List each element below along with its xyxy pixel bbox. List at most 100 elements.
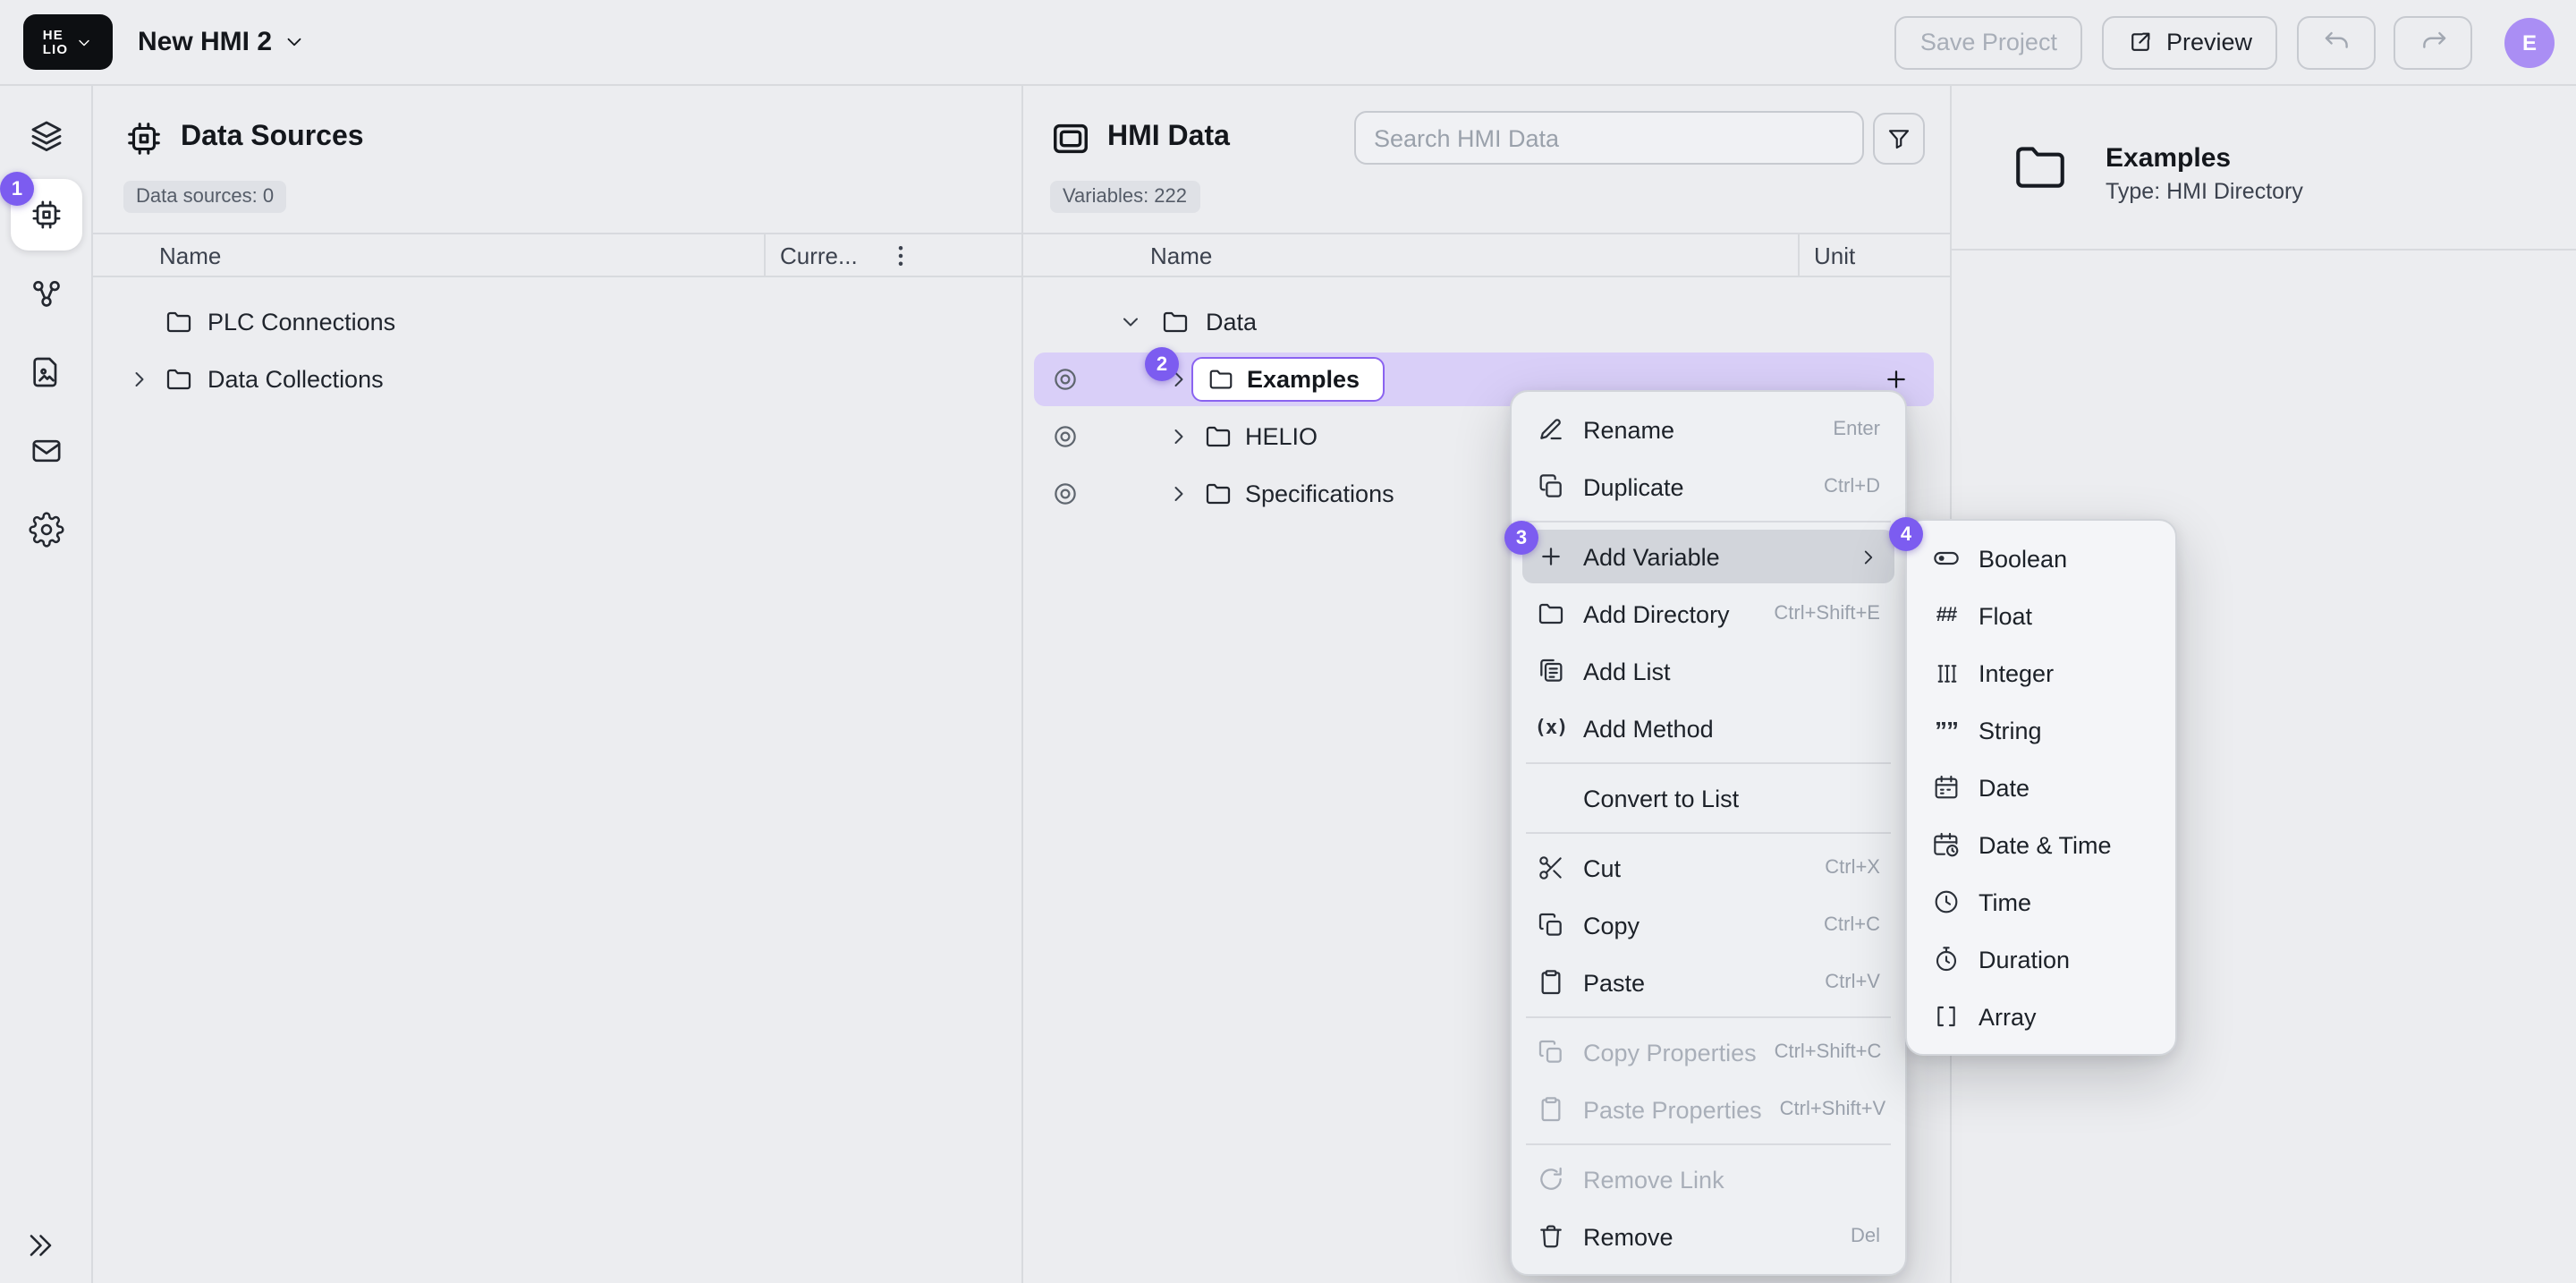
menu-item-paste[interactable]: Paste Ctrl+V [1522,956,1894,1009]
menu-item-duplicate[interactable]: Duplicate Ctrl+D [1522,460,1894,514]
helio-logo-button[interactable]: HELIO [23,14,113,70]
menu-shortcut: Del [1851,1226,1880,1247]
chevron-down-icon[interactable] [1118,310,1143,335]
redo-button[interactable] [2394,15,2472,69]
menu-shortcut: Ctrl+Shift+E [1774,603,1880,625]
save-project-button[interactable]: Save Project [1895,15,2082,69]
sidebar [0,86,93,1283]
avatar[interactable]: E [2504,17,2555,67]
tree-row-data[interactable]: Data [1023,293,1950,351]
column-header-unit: Unit [1814,242,1855,268]
search-input[interactable] [1354,111,1864,165]
integer-icon [1932,658,1961,687]
media-file-icon [29,354,64,390]
tree-row-label: PLC Connections [208,309,395,336]
float-icon: ## [1932,601,1961,630]
gear-icon [29,512,64,548]
data-sources-panel: Data Sources Data sources: 0 Name Curre.… [93,86,1023,1283]
menu-separator [1526,762,1891,764]
pencil-icon [1537,415,1565,444]
submenu-item-array[interactable]: Array [1918,990,2165,1043]
variables-count-badge: Variables: 222 [1050,181,1199,213]
sidebar-item-mail[interactable] [11,415,82,487]
submenu-item-label: Duration [1979,946,2070,973]
nodes-icon [29,276,64,311]
menu-item-add-variable[interactable]: Add Variable [1522,530,1894,583]
app: HELIO New HMI 2 Save Project [0,0,2576,1283]
data-sources-title: Data Sources [181,122,364,154]
submenu-item-float[interactable]: ## Float [1918,589,2165,642]
toggle-icon [1932,544,1961,573]
menu-item-label: Copy Properties [1583,1039,1757,1066]
link-indicator-icon[interactable] [1052,423,1079,450]
column-divider [764,234,766,276]
calendar-icon [1932,773,1961,802]
chevron-right-icon[interactable] [1166,424,1191,449]
menu-item-label: Add Directory [1583,600,1730,627]
menu-separator [1526,832,1891,834]
menu-item-rename[interactable]: Rename Enter [1522,403,1894,456]
menu-item-label: Convert to List [1583,785,1739,811]
submenu-item-label: Integer [1979,659,2054,686]
chevron-down-icon [283,30,306,54]
annotation-step-1: 1 [0,172,34,206]
folder-icon [165,365,193,394]
annotation-step-4: 4 [1889,517,1923,551]
details-type: Type: HMI Directory [2106,179,2303,204]
menu-item-cut[interactable]: Cut Ctrl+X [1522,841,1894,895]
tree-row-data-collections[interactable]: Data Collections [93,351,1021,408]
sidebar-item-layers[interactable] [11,100,82,172]
menu-item-convert-to-list[interactable]: Convert to List [1522,771,1894,825]
submenu-item-time[interactable]: Time [1918,875,2165,929]
submenu-item-date-time[interactable]: Date & Time [1918,818,2165,871]
topbar: HELIO New HMI 2 Save Project [0,0,2576,86]
submenu-item-duration[interactable]: Duration [1918,932,2165,986]
tree-row-label: Data [1206,309,1257,336]
menu-item-remove[interactable]: Remove Del [1522,1210,1894,1263]
clipboard-icon [1537,1095,1565,1124]
sidebar-item-settings[interactable] [11,494,82,565]
calendar-clock-icon [1932,830,1961,859]
menu-shortcut: Ctrl+V [1825,972,1880,993]
filter-button[interactable] [1873,113,1925,165]
chip-icon [123,118,165,159]
chevron-right-icon[interactable] [127,367,152,392]
tree-row-label: Specifications [1245,480,1394,507]
undo-button[interactable] [2297,15,2376,69]
submenu-item-label: Float [1979,602,2032,629]
folder-icon [165,308,193,336]
chevron-right-icon [1857,545,1880,568]
hmi-display-icon [1050,118,1091,159]
redo-icon [2418,27,2448,57]
sidebar-item-nodes[interactable] [11,258,82,329]
column-divider [1798,234,1800,276]
folder-icon [1204,480,1233,508]
project-name-dropdown[interactable]: New HMI 2 [138,27,306,57]
submenu-item-string[interactable]: ”” String [1918,703,2165,757]
chevron-right-icon[interactable] [1166,481,1191,506]
column-header-current: Curre... [780,242,858,268]
tree-row-plc-connections[interactable]: PLC Connections [93,293,1021,351]
avatar-initial: E [2522,30,2537,55]
save-project-label: Save Project [1920,29,2057,55]
menu-item-add-method[interactable]: (x) Add Method [1522,701,1894,755]
menu-item-add-list[interactable]: Add List [1522,644,1894,698]
submenu-item-boolean[interactable]: Boolean [1918,531,2165,585]
submenu-item-integer[interactable]: Integer [1918,646,2165,700]
folder-icon [1537,599,1565,628]
sidebar-expand-button[interactable] [23,1229,55,1262]
submenu-item-date[interactable]: Date [1918,760,2165,814]
submenu-item-label: Array [1979,1003,2037,1030]
link-indicator-icon[interactable] [1052,366,1079,393]
menu-shortcut: Ctrl+Shift+V [1780,1099,1886,1120]
column-options-button[interactable] [887,242,914,268]
selected-node-pill[interactable]: Examples [1191,357,1385,402]
hmi-data-title: HMI Data [1107,122,1230,154]
link-indicator-icon[interactable] [1052,480,1079,507]
preview-button[interactable]: Preview [2102,15,2277,69]
menu-item-copy[interactable]: Copy Ctrl+C [1522,898,1894,952]
menu-item-add-directory[interactable]: Add Directory Ctrl+Shift+E [1522,587,1894,641]
sidebar-item-media[interactable] [11,336,82,408]
stopwatch-icon [1932,945,1961,973]
folder-icon [1208,366,1234,393]
